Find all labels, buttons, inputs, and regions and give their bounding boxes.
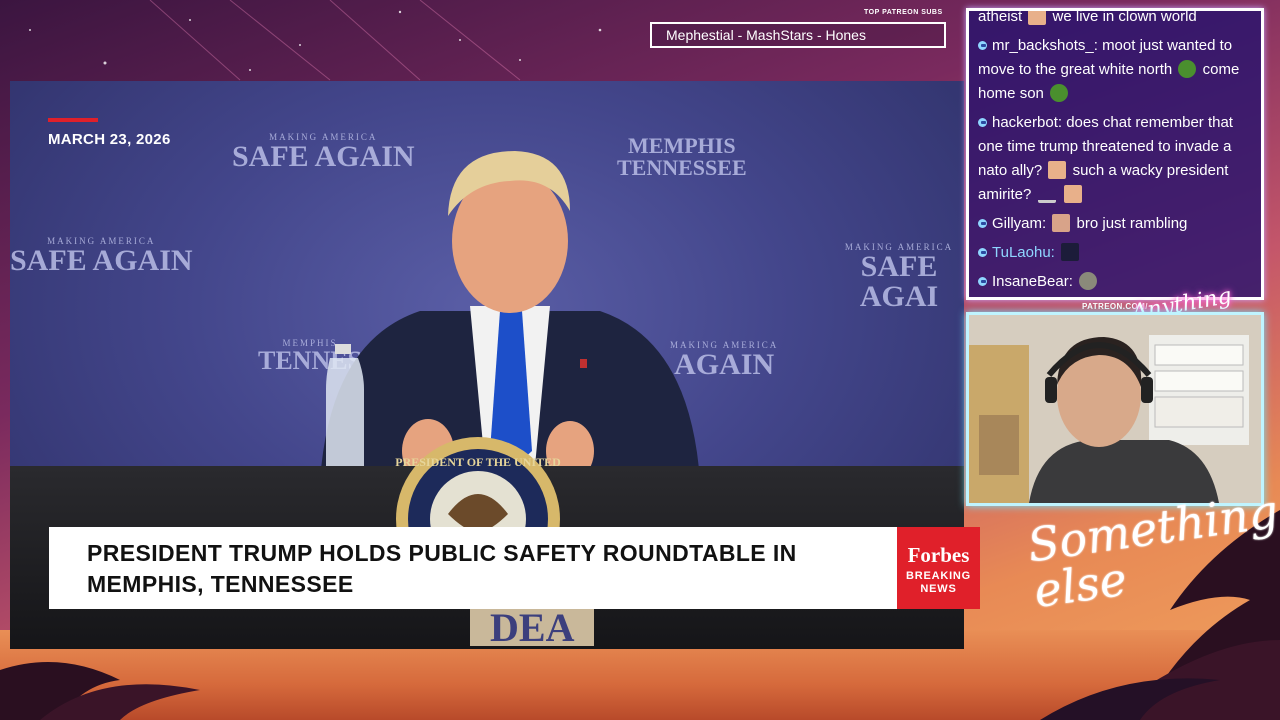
face-emote-icon <box>1063 185 1082 203</box>
webcam-scene <box>969 315 1261 503</box>
top-patreon-subs-label: TOP PATREON SUBS <box>864 9 943 16</box>
chat-message: mr_backshots_: moot just wanted to move … <box>978 37 1240 102</box>
chat-badge-icon <box>978 219 987 228</box>
broadcast-date: MARCH 23, 2026 <box>48 131 171 148</box>
patreon-subs-ticker: Mephestial - MashStars - Hones <box>650 22 946 48</box>
backdrop-text: MAKING AMERICA SAFE AGAI <box>844 242 954 313</box>
presidential-seal: PRESIDENT OF THE UNITED <box>395 437 561 534</box>
rock-emote-icon <box>1079 272 1098 290</box>
chat-username[interactable]: TuLaohu: <box>992 244 1055 261</box>
podium-sign: DEA <box>470 606 595 649</box>
chat-message: TuLaohu: <box>978 241 1253 265</box>
figure-emote-icon <box>1061 243 1079 261</box>
backdrop-text: MAKING AMERICA SAFE AGAIN <box>10 236 193 277</box>
chat-badge-icon <box>978 248 987 257</box>
breaking-news-label: BREAKING NEWS <box>905 570 972 595</box>
chat-username[interactable]: hackerbot: <box>992 114 1062 131</box>
chat-badge-icon <box>978 41 987 50</box>
svg-text:PRESIDENT OF THE UNITED: PRESIDENT OF THE UNITED <box>395 455 561 469</box>
face-emote-icon <box>1048 161 1067 179</box>
webcam-feed <box>966 312 1264 506</box>
news-headline: PRESIDENT TRUMP HOLDS PUBLIC SAFETY ROUN… <box>87 540 797 597</box>
chat-username[interactable]: mr_backshots_: <box>992 37 1098 54</box>
chat-panel[interactable]: atheist we live in clown world mr_backsh… <box>966 8 1264 300</box>
chat-username[interactable]: InsaneBear: <box>992 273 1073 290</box>
emote-icon <box>1028 11 1047 25</box>
forbes-breaking-news-badge: Forbes BREAKING NEWS <box>897 527 980 609</box>
news-lower-third: PRESIDENT TRUMP HOLDS PUBLIC SAFETY ROUN… <box>49 527 897 609</box>
pepe-emote-icon <box>1178 60 1197 78</box>
forbes-logo: Forbes <box>907 543 970 567</box>
water-bottle <box>326 344 364 476</box>
plane-emote-icon <box>1037 190 1056 203</box>
chat-badge-icon <box>978 118 987 127</box>
chat-username[interactable]: Gillyam: <box>992 215 1046 232</box>
chat-message: atheist we live in clown world <box>978 8 1197 25</box>
chat-message: hackerbot: does chat remember that one t… <box>978 114 1233 203</box>
chat-badge-icon <box>978 277 987 286</box>
pepe-emote-icon <box>1050 84 1069 102</box>
chat-message: Gillyam: bro just rambling <box>978 212 1253 236</box>
face-emote-icon <box>1052 214 1071 232</box>
date-accent-bar <box>48 118 98 122</box>
